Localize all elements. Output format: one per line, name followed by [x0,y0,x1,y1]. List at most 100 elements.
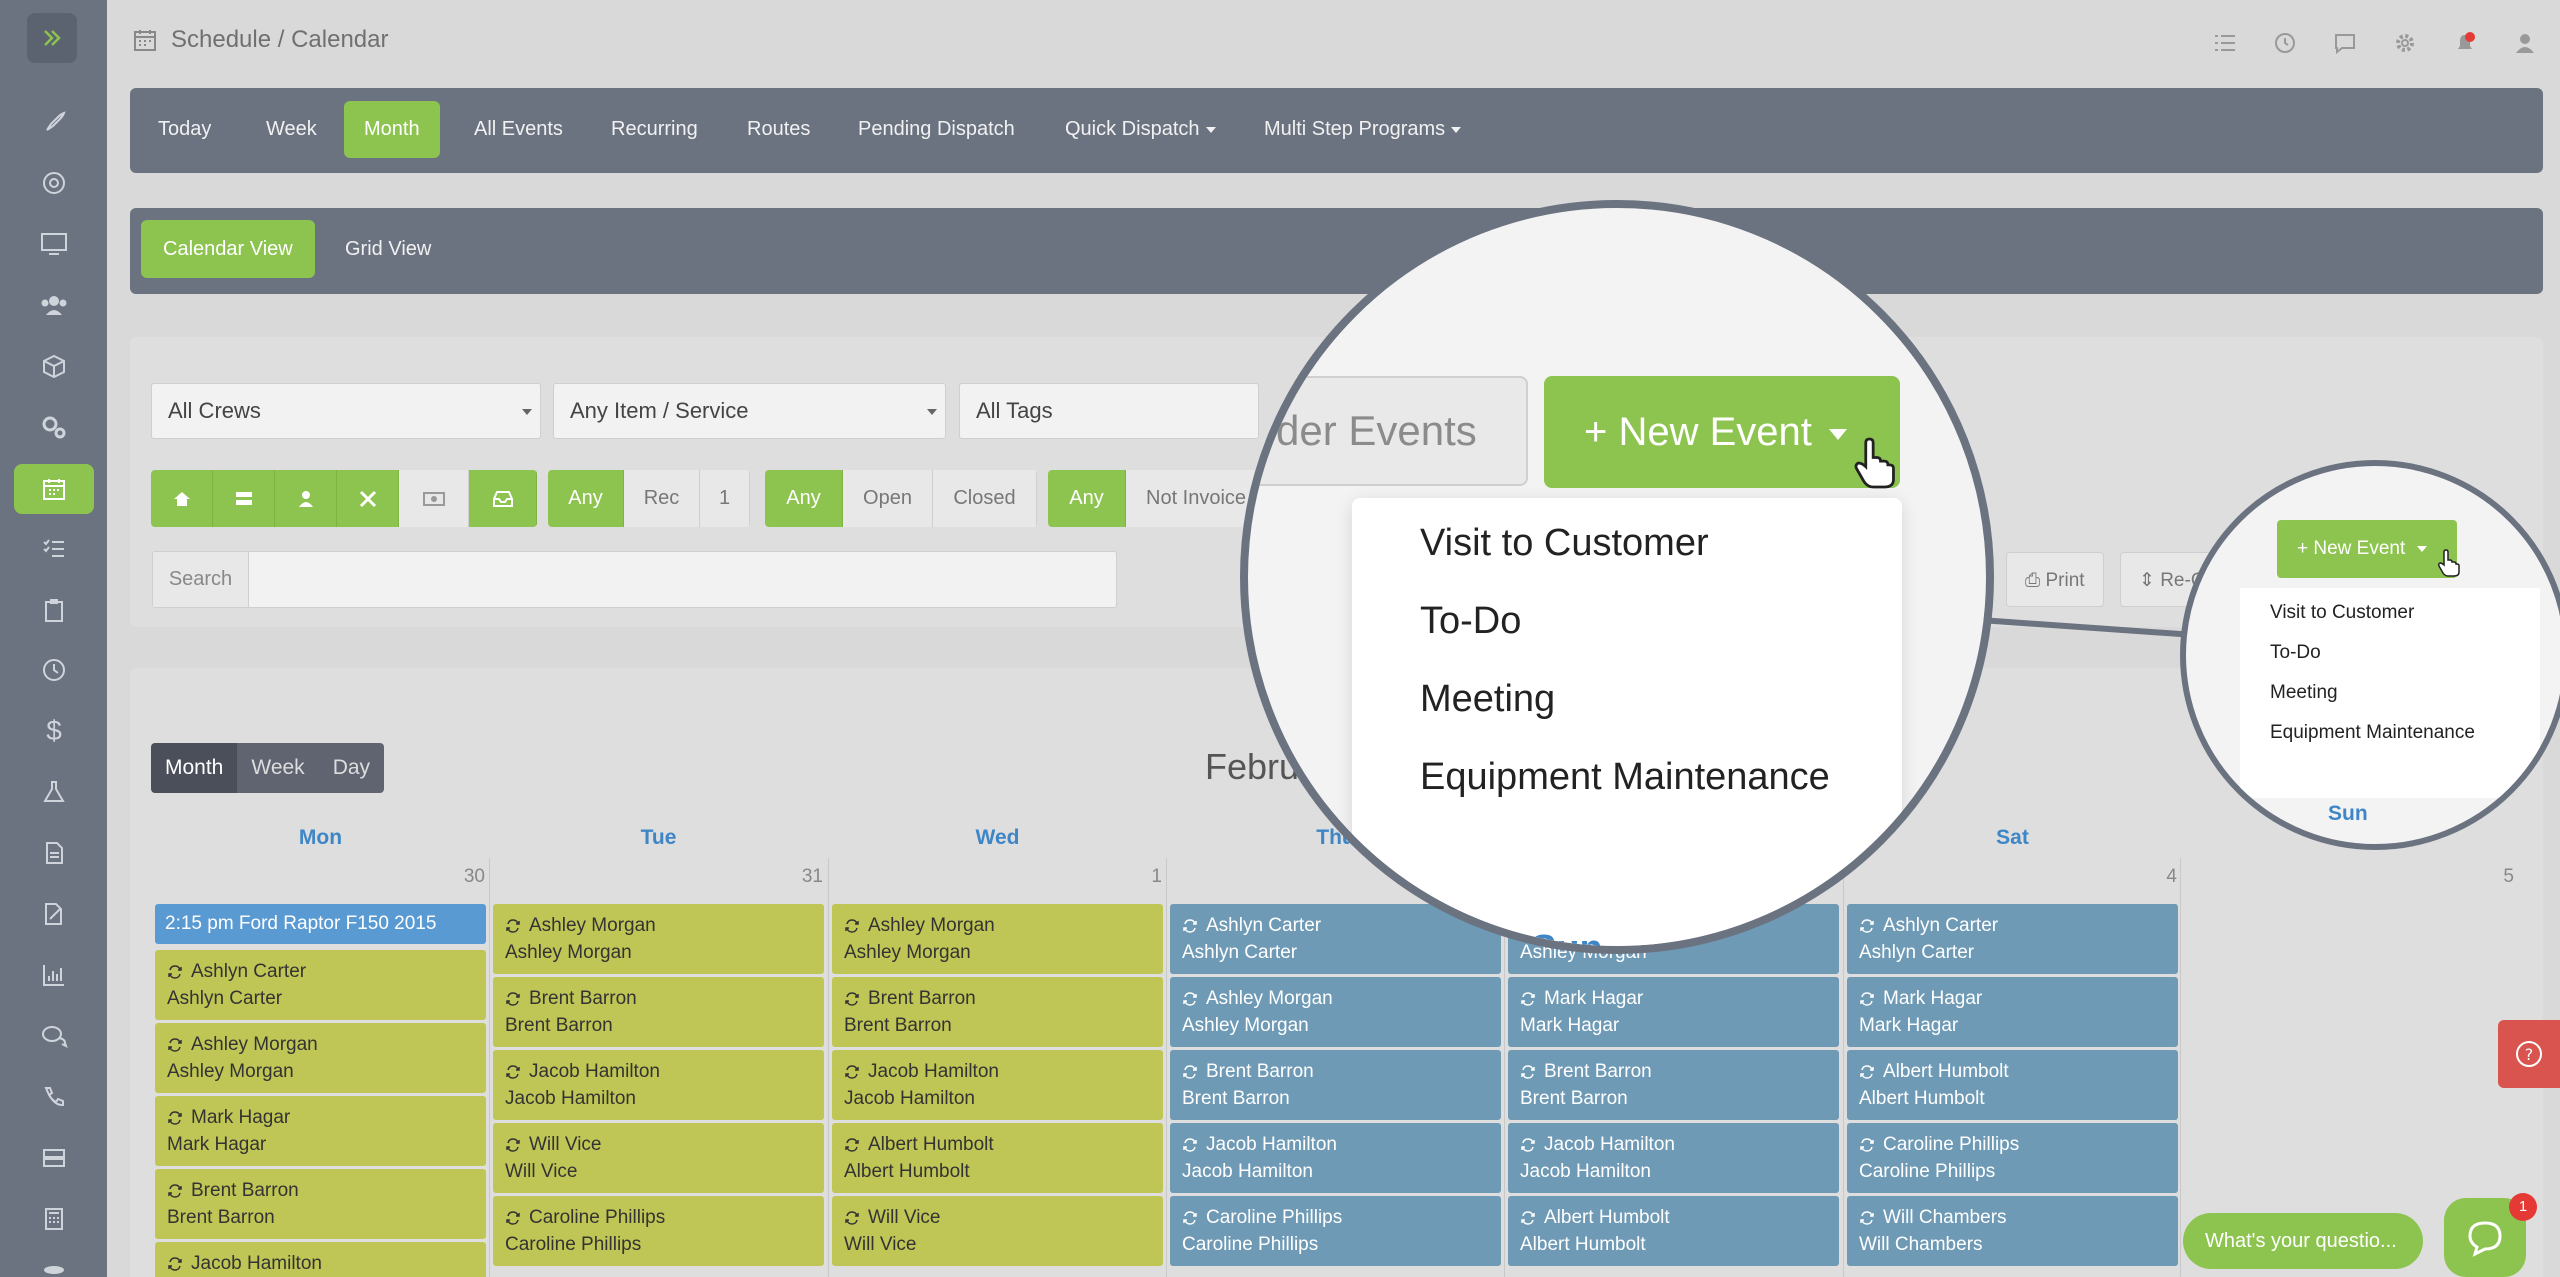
tab-recurring[interactable]: Recurring [591,101,718,158]
calendar-event[interactable]: Jacob HamiltonJacob Hamilton [1508,1123,1839,1193]
day-number[interactable]: 31 [763,866,823,888]
search-input[interactable] [249,552,1116,607]
sidebar-item-contracts[interactable] [14,889,94,939]
sidebar-toggle-button[interactable] [27,13,77,63]
tab-multi-step-programs[interactable]: Multi Step Programs [1244,101,1481,158]
calendar-event[interactable]: Ashlyn Carter Ashlyn Carter [155,950,486,1020]
calendar-event[interactable]: Will Vice Will Vice [832,1196,1163,1266]
calendar-event[interactable]: Will Vice Will Vice [493,1123,824,1193]
sidebar-item-calls[interactable] [14,1072,94,1122]
tab-pending-dispatch[interactable]: Pending Dispatch [838,101,1035,158]
day-number[interactable]: 4 [2117,866,2177,888]
day-number[interactable]: 1 [1102,866,1162,888]
sidebar-item-lab[interactable] [14,767,94,817]
tab-all-events[interactable]: All Events [454,101,583,158]
calendar-event[interactable]: Jacob HamiltonJacob Hamilton [155,1242,486,1277]
calendar-event[interactable]: Albert Humbolt Albert Humbolt [1508,1196,1839,1266]
new-event-button-small[interactable]: + New Event [2277,520,2457,578]
status-any-button[interactable]: Any [765,470,843,527]
person-filter-button[interactable] [275,470,337,527]
item-service-select[interactable]: Any Item / Service [553,383,946,439]
print-button[interactable]: ⎙ Print [2006,552,2104,607]
user-icon[interactable] [2510,28,2540,58]
calendar-event[interactable]: Will Chambers Will Chambers [1847,1196,2178,1266]
crew-select[interactable]: All Crews [151,383,541,439]
sidebar-item-reports[interactable] [14,950,94,1000]
rec-any-button[interactable]: Any [548,470,624,527]
calendar-event[interactable]: Jacob HamiltonJacob Hamilton [493,1050,824,1120]
tools-filter-button[interactable] [337,470,399,527]
day-number[interactable]: 30 [425,866,485,888]
tags-select[interactable]: All Tags [959,383,1259,439]
sidebar-item-documents[interactable] [14,828,94,878]
help-tab[interactable]: ? [2498,1020,2560,1088]
range-month-button[interactable]: Month [151,743,238,793]
sidebar-item-support[interactable] [14,158,94,208]
calendar-event[interactable]: Brent Barron Brent Barron [832,977,1163,1047]
calendar-event[interactable]: Mark Hagar Mark Hagar [1508,977,1839,1047]
home-filter-button[interactable] [151,470,213,527]
new-event-button-zoomed[interactable]: + New Event [1544,376,1900,488]
calendar-event[interactable]: Caroline Phillips Caroline Phillips [493,1196,824,1266]
menu-item-equipment[interactable]: Equipment Maintenance [2270,722,2475,744]
menu-item-visit[interactable]: Visit to Customer [2270,602,2414,624]
sidebar-item-more[interactable] [14,1250,94,1277]
menu-item-visit-zoomed[interactable]: Visit to Customer [1420,522,1709,565]
calendar-event[interactable]: Ashley Morgan Ashley Morgan [155,1023,486,1093]
status-open-button[interactable]: Open [843,470,933,527]
calendar-event[interactable]: Brent Barron Brent Barron [1508,1050,1839,1120]
sidebar-item-calendar[interactable] [14,464,94,514]
menu-item-equipment-zoomed[interactable]: Equipment Maintenance [1420,756,1830,799]
tab-week[interactable]: Week [246,101,337,158]
sidebar-item-billing[interactable]: $ [14,706,94,756]
calendar-event[interactable]: Mark Hagar Mark Hagar [155,1096,486,1166]
menu-item-meeting[interactable]: Meeting [2270,682,2338,704]
calendar-event[interactable]: Ashley Morgan Ashley Morgan [832,904,1163,974]
gear-icon[interactable] [2390,28,2420,58]
sidebar-item-storage[interactable] [14,1133,94,1183]
calendar-event[interactable]: Ashley Morgan Ashley Morgan [1170,977,1501,1047]
calendar-event[interactable]: Albert Humbolt Albert Humbolt [832,1123,1163,1193]
sidebar-item-messages[interactable] [14,1011,94,1061]
sidebar-item-clipboard[interactable] [14,585,94,635]
range-day-button[interactable]: Day [318,743,385,793]
calendar-event[interactable]: Jacob HamiltonJacob Hamilton [1170,1123,1501,1193]
tab-calendar-view[interactable]: Calendar View [141,220,315,278]
calendar-event[interactable]: Albert Humbolt Albert Humbolt [1847,1050,2178,1120]
calendar-event[interactable]: Brent Barron Brent Barron [155,1169,486,1239]
calendar-event[interactable]: Brent Barron Brent Barron [493,977,824,1047]
reorder-events-button-zoomed[interactable]: rder Events [1248,376,1528,486]
rec-rec-button[interactable]: Rec [624,470,700,527]
chat-icon[interactable] [2330,28,2360,58]
sidebar-item-gears[interactable] [14,402,94,452]
tab-today[interactable]: Today [138,101,231,158]
menu-item-todo-zoomed[interactable]: To-Do [1420,600,1521,643]
clock-icon[interactable] [2270,28,2300,58]
rec-one-button[interactable]: 1 [700,470,750,527]
sidebar-item-monitor[interactable] [14,219,94,269]
checklist-icon[interactable] [2210,28,2240,58]
calendar-event-timed[interactable]: 2:15 pm Ford Raptor F150 2015 [155,904,486,944]
day-number[interactable]: 5 [2454,866,2514,888]
calendar-event[interactable]: Ashley Morgan Ashley Morgan [493,904,824,974]
sidebar-item-clock[interactable] [14,645,94,695]
calendar-event[interactable]: Jacob HamiltonJacob Hamilton [832,1050,1163,1120]
tab-routes[interactable]: Routes [727,101,830,158]
calendar-event[interactable]: Mark Hagar Mark Hagar [1847,977,2178,1047]
tab-grid-view[interactable]: Grid View [323,220,453,278]
sidebar-item-rocket[interactable] [14,98,94,148]
route-filter-button[interactable] [213,470,275,527]
menu-item-todo[interactable]: To-Do [2270,642,2321,664]
bell-icon[interactable] [2450,28,2480,58]
calendar-event[interactable]: Caroline Phillips Caroline Phillips [1170,1196,1501,1266]
inbox-filter-button[interactable] [469,470,537,527]
sidebar-item-tasks[interactable] [14,524,94,574]
tab-month[interactable]: Month [344,101,440,158]
calendar-event[interactable]: Brent Barron Brent Barron [1170,1050,1501,1120]
sidebar-item-calculator[interactable] [14,1194,94,1244]
calendar-event[interactable]: Caroline Phillips Caroline Phillips [1847,1123,2178,1193]
invoice-any-button[interactable]: Any [1048,470,1126,527]
sidebar-item-box[interactable] [14,341,94,391]
range-week-button[interactable]: Week [237,743,319,793]
chat-prompt[interactable]: What's your questio... [2183,1213,2423,1269]
